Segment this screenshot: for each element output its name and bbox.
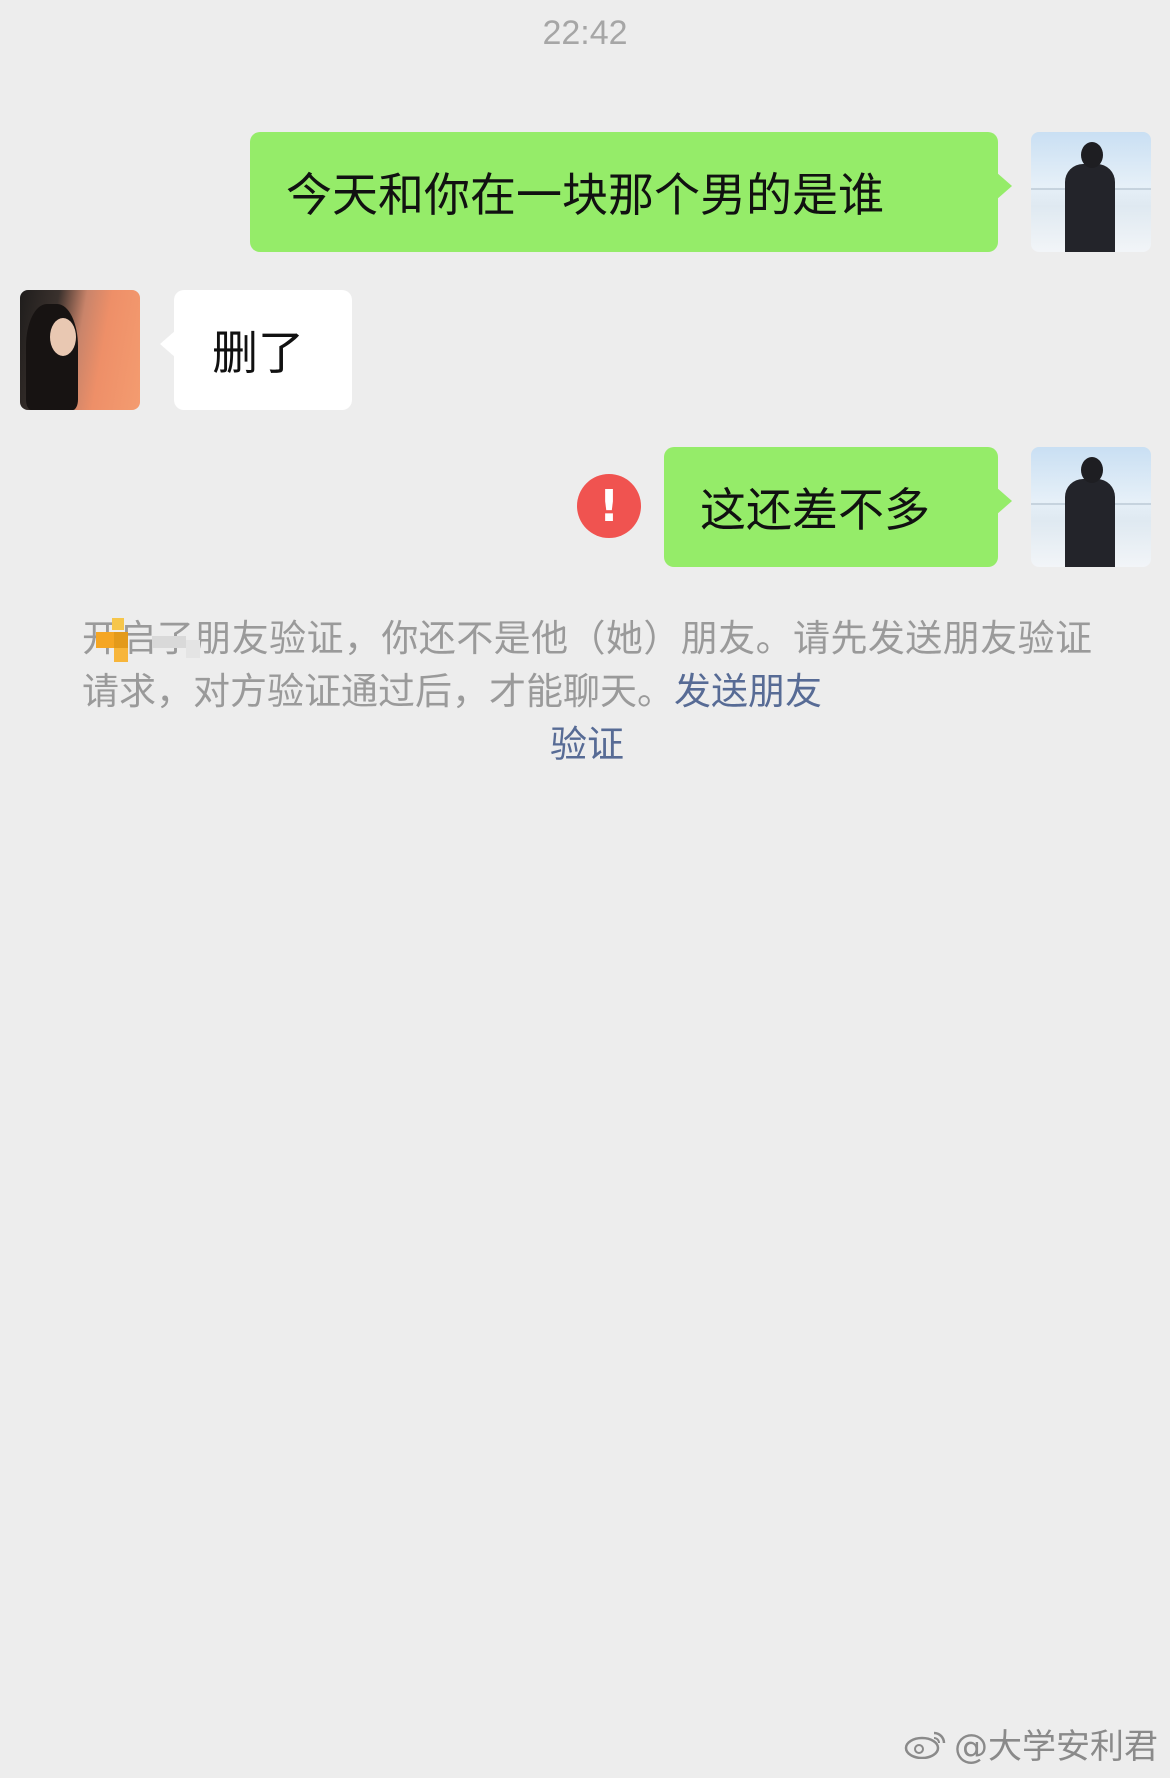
message-timestamp: 22:42 bbox=[542, 14, 628, 52]
friend-verification-notice: 开启了朋友验证，你还不是他（她）朋友。请先发送朋友验证请求，对方验证通过后，才能… bbox=[82, 612, 1092, 771]
my-message-bubble[interactable]: 这还差不多 bbox=[664, 447, 1012, 567]
contact-avatar[interactable] bbox=[20, 290, 140, 410]
avatar-figure-head bbox=[1081, 457, 1103, 483]
my-avatar[interactable] bbox=[1031, 132, 1151, 252]
send-verification-link[interactable]: 发送朋友 bbox=[674, 670, 822, 713]
contact-message-bubble[interactable]: 删了 bbox=[160, 290, 352, 410]
message-text: 今天和你在一块那个男的是谁 bbox=[286, 168, 884, 222]
my-message-bubble[interactable]: 今天和你在一块那个男的是谁 bbox=[250, 132, 1012, 252]
watermark-text: @大学安利君 bbox=[954, 1727, 1158, 1767]
watermark: @大学安利君 bbox=[904, 1719, 1158, 1768]
send-verification-link-continued[interactable]: 验证 bbox=[82, 718, 1092, 771]
avatar-hair bbox=[26, 304, 78, 410]
message-text: 删了 bbox=[212, 326, 304, 380]
avatar-face bbox=[50, 318, 76, 356]
my-avatar[interactable] bbox=[1031, 447, 1151, 567]
mosaic-overlay bbox=[92, 618, 202, 678]
avatar-figure bbox=[1065, 164, 1115, 252]
avatar-figure-head bbox=[1081, 142, 1103, 168]
notice-text: 开启了朋友验证，你还不是他（她）朋友。请先发送朋友验证请求，对方验证通过后，才能… bbox=[82, 617, 1092, 713]
avatar-figure bbox=[1065, 479, 1115, 567]
exclamation-circle-icon[interactable]: ! bbox=[577, 474, 641, 538]
weibo-icon bbox=[904, 1731, 946, 1759]
message-text: 这还差不多 bbox=[700, 483, 930, 537]
